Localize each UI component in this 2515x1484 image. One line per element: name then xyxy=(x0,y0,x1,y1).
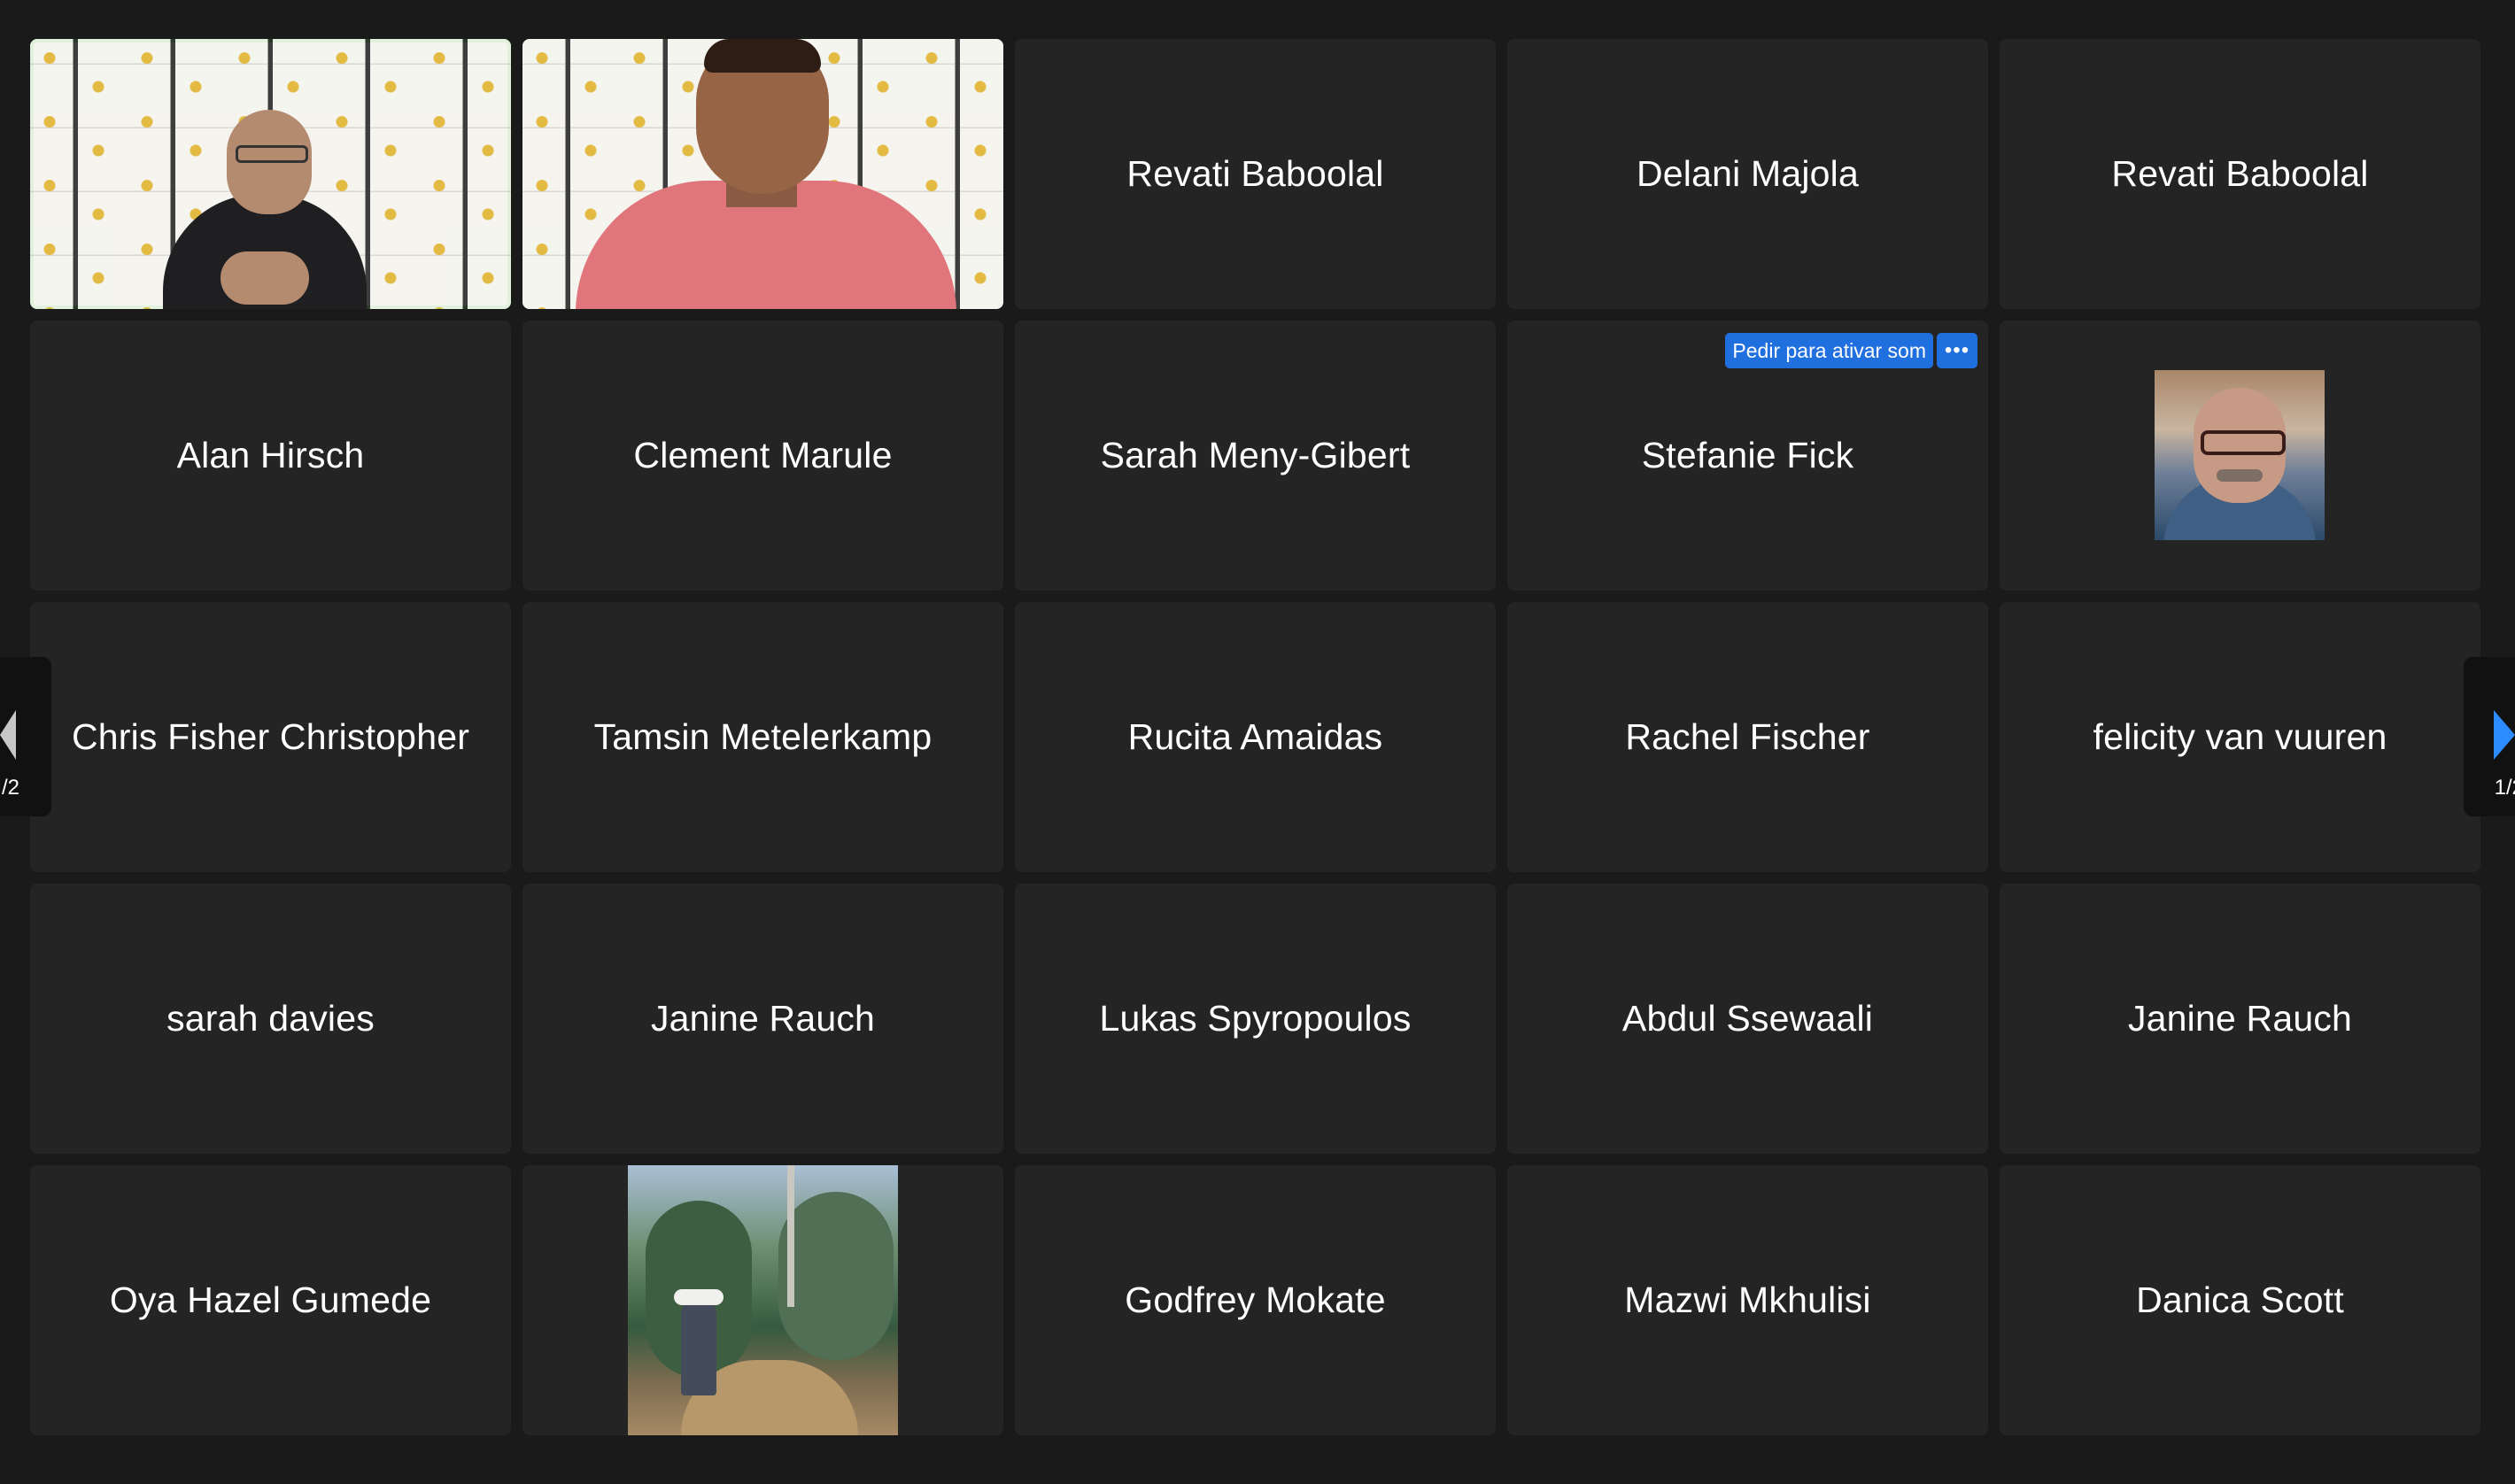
speaker-hands xyxy=(221,251,309,305)
participant-tile[interactable]: Delani Majola xyxy=(1507,39,1988,309)
participant-name: Clement Marule xyxy=(633,435,893,475)
profile-photo xyxy=(628,1165,898,1435)
next-page-button[interactable]: 1/2 xyxy=(2464,657,2515,816)
page-indicator: /2 xyxy=(2,776,20,800)
speaker-glasses xyxy=(236,145,308,163)
participant-tile[interactable]: Abdul Ssewaali xyxy=(1507,884,1988,1154)
participant-tile[interactable]: Rachel Fischer xyxy=(1507,602,1988,872)
meeting-gallery-view: Revati Baboolal Delani Majola Revati Bab… xyxy=(0,0,2515,1484)
photo-pole xyxy=(787,1165,794,1307)
participant-name: Oya Hazel Gumede xyxy=(109,1279,432,1320)
participant-name: Tamsin Metelerkamp xyxy=(593,716,932,757)
participant-name: Revati Baboolal xyxy=(2111,153,2369,194)
ask-to-unmute-button[interactable]: Pedir para ativar som xyxy=(1725,333,1933,368)
participant-name: Janine Rauch xyxy=(2127,998,2353,1039)
participant-tile[interactable]: felicity van vuuren xyxy=(2000,602,2480,872)
participant-grid: Revati Baboolal Delani Majola Revati Bab… xyxy=(30,39,2481,1436)
participant-tile[interactable]: Oya Hazel Gumede xyxy=(30,1165,511,1435)
previous-page-button[interactable]: /2 xyxy=(0,657,51,816)
participant-name: Abdul Ssewaali xyxy=(1621,998,1874,1039)
photo-person xyxy=(681,1298,716,1395)
participant-name: Sarah Meny-Gibert xyxy=(1100,435,1411,475)
participant-name: Janine Rauch xyxy=(650,998,876,1039)
participant-name: Mazwi Mkhulisi xyxy=(1624,1279,1871,1320)
participant-video-tile[interactable] xyxy=(522,39,1003,309)
profile-photo xyxy=(2155,370,2325,540)
photo-glasses xyxy=(2201,430,2286,455)
participant-name: Danica Scott xyxy=(2136,1279,2344,1320)
participant-video-tile-speaker[interactable] xyxy=(30,39,511,309)
participant-tile[interactable]: Mazwi Mkhulisi xyxy=(1507,1165,1988,1435)
participant-tile[interactable]: Lukas Spyropoulos xyxy=(1015,884,1496,1154)
participant-tile[interactable] xyxy=(2000,321,2480,591)
photo-hat xyxy=(674,1289,724,1305)
participant-tile[interactable]: Tamsin Metelerkamp xyxy=(522,602,1003,872)
participant-tile-hovered[interactable]: Pedir para ativar som ••• Stefanie Fick xyxy=(1507,321,1988,591)
tile-hover-actions: Pedir para ativar som ••• xyxy=(1725,333,1977,368)
participant-tile[interactable]: Revati Baboolal xyxy=(2000,39,2480,309)
photo-tree xyxy=(778,1192,894,1360)
participant-tile[interactable]: Sarah Meny-Gibert xyxy=(1015,321,1496,591)
participant-name: Rachel Fischer xyxy=(1625,716,1870,757)
page-indicator: 1/2 xyxy=(2494,776,2515,800)
participant-name: Stefanie Fick xyxy=(1641,435,1854,475)
participant-tile[interactable] xyxy=(522,1165,1003,1435)
participant-name: Godfrey Mokate xyxy=(1125,1279,1386,1320)
participant-tile[interactable]: Danica Scott xyxy=(2000,1165,2480,1435)
participant-tile[interactable]: Clement Marule xyxy=(522,321,1003,591)
participant-tile[interactable]: Godfrey Mokate xyxy=(1015,1165,1496,1435)
participant-tile[interactable]: Chris Fisher Christopher xyxy=(30,602,511,872)
participant-name: Revati Baboolal xyxy=(1126,153,1384,194)
chevron-right-icon xyxy=(2494,710,2515,760)
participant-hair xyxy=(704,39,821,73)
participant-name: Alan Hirsch xyxy=(176,435,365,475)
participant-tile[interactable]: Janine Rauch xyxy=(522,884,1003,1154)
participant-tile[interactable]: Revati Baboolal xyxy=(1015,39,1496,309)
participant-tile[interactable]: Rucita Amaidas xyxy=(1015,602,1496,872)
participant-tile[interactable]: sarah davies xyxy=(30,884,511,1154)
participant-name: felicity van vuuren xyxy=(2093,716,2387,757)
ellipsis-icon[interactable]: ••• xyxy=(1937,333,1977,368)
participant-name: sarah davies xyxy=(166,998,375,1039)
participant-name: Delani Majola xyxy=(1636,153,1859,194)
participant-name: Chris Fisher Christopher xyxy=(71,716,470,757)
participant-tile[interactable]: Janine Rauch xyxy=(2000,884,2480,1154)
participant-name: Lukas Spyropoulos xyxy=(1099,998,1412,1039)
participant-name: Rucita Amaidas xyxy=(1127,716,1383,757)
chevron-left-icon xyxy=(0,710,16,760)
photo-moustache xyxy=(2217,469,2263,482)
participant-tile[interactable]: Alan Hirsch xyxy=(30,321,511,591)
